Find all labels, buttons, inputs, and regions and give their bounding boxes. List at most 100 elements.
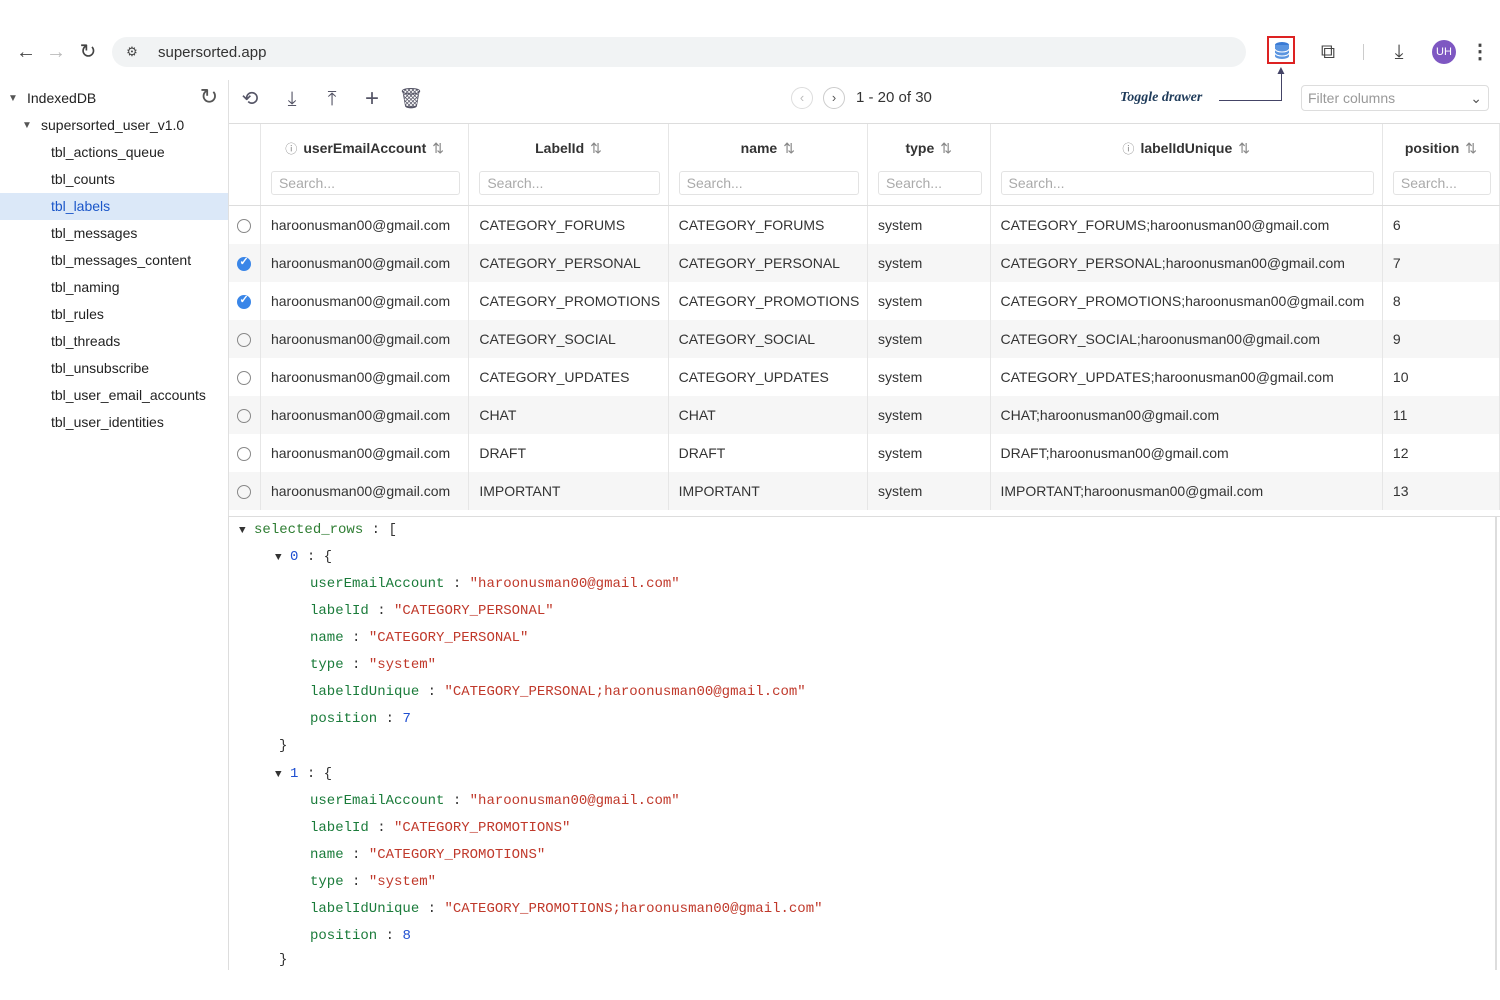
cell-name[interactable]: CHAT xyxy=(668,396,868,434)
column-header-labelid[interactable]: LabelId ⇅ Search... xyxy=(468,124,669,206)
column-search-input[interactable]: Search... xyxy=(678,171,859,195)
browser-menu-icon[interactable]: ⋮ xyxy=(1470,38,1490,66)
cell-labelid[interactable]: CATEGORY_PROMOTIONS xyxy=(468,282,669,320)
add-icon[interactable]: + xyxy=(359,86,385,112)
column-header-useremailaccount[interactable]: ⓘ userEmailAccount ⇅ Search... xyxy=(260,124,470,206)
collapse-caret-icon[interactable]: ▼ xyxy=(275,769,282,781)
download-icon[interactable]: ⤓ xyxy=(279,86,305,112)
row-checkbox[interactable] xyxy=(237,371,252,386)
filter-columns-select[interactable]: Filter columns ⌄ xyxy=(1301,85,1489,111)
cell-name[interactable]: DRAFT xyxy=(668,434,868,472)
row-checkbox[interactable] xyxy=(237,409,252,424)
cell-name[interactable]: CATEGORY_UPDATES xyxy=(668,358,868,396)
column-header-name[interactable]: name ⇅ Search... xyxy=(668,124,868,206)
cell-labelid[interactable]: CATEGORY_UPDATES xyxy=(468,358,669,396)
tree-table-naming[interactable]: tbl_naming xyxy=(0,274,228,301)
tree-node-database[interactable]: ▼ supersorted_user_v1.0 xyxy=(0,112,228,139)
sync-icon[interactable]: ⟲ xyxy=(237,86,263,112)
table-row[interactable]: haroonusman00@gmail.com DRAFT DRAFT system D… xyxy=(229,434,1500,472)
chevron-down-icon[interactable]: ▼ xyxy=(22,112,32,139)
tree-table-labels[interactable]: tbl_labels xyxy=(0,193,228,220)
cell-position[interactable]: 13 xyxy=(1382,472,1500,510)
cell-position[interactable]: 6 xyxy=(1382,205,1500,244)
cell-unique[interactable]: CATEGORY_UPDATES;haroonusman00@gmail.com xyxy=(990,358,1383,396)
cell-email[interactable]: haroonusman00@gmail.com xyxy=(260,282,470,320)
tree-table-messages-content[interactable]: tbl_messages_content xyxy=(0,247,228,274)
cell-unique[interactable]: DRAFT;haroonusman00@gmail.com xyxy=(990,434,1383,472)
cell-type[interactable]: system xyxy=(867,434,991,472)
tree-table-counts[interactable]: tbl_counts xyxy=(0,166,228,193)
downloads-icon[interactable]: ⤓ xyxy=(1386,39,1412,65)
cell-email[interactable]: haroonusman00@gmail.com xyxy=(260,472,470,510)
cell-labelid[interactable]: CATEGORY_PERSONAL xyxy=(468,244,669,282)
cell-unique[interactable]: CHAT;haroonusman00@gmail.com xyxy=(990,396,1383,434)
back-icon[interactable]: ← xyxy=(12,38,40,66)
cell-labelid[interactable]: IMPORTANT xyxy=(468,472,669,510)
cell-position[interactable]: 12 xyxy=(1382,434,1500,472)
collapse-caret-icon[interactable]: ▼ xyxy=(275,552,282,564)
chevron-down-icon[interactable]: ▼ xyxy=(8,85,18,112)
cell-email[interactable]: haroonusman00@gmail.com xyxy=(260,434,470,472)
row-checkbox[interactable] xyxy=(237,219,252,234)
sort-icon[interactable]: ⇅ xyxy=(432,140,444,156)
refresh-icon[interactable]: ↻ xyxy=(198,86,220,108)
cell-type[interactable]: system xyxy=(867,320,991,358)
collapse-caret-icon[interactable]: ▼ xyxy=(239,525,246,537)
cell-type[interactable]: system xyxy=(867,205,991,244)
next-page-button[interactable]: › xyxy=(823,87,845,109)
table-row[interactable]: haroonusman00@gmail.com CATEGORY_UPDATES C… xyxy=(229,358,1500,396)
tree-node-indexeddb[interactable]: ▼ IndexedDB xyxy=(0,85,228,112)
upload-icon[interactable]: ⤒ xyxy=(319,86,345,112)
column-header-position[interactable]: position ⇅ Search... xyxy=(1382,124,1500,206)
cell-position[interactable]: 10 xyxy=(1382,358,1500,396)
sort-icon[interactable]: ⇅ xyxy=(783,140,795,156)
json-item-line[interactable]: ▼ 1 : { xyxy=(275,763,332,785)
json-item-line[interactable]: ▼ 0 : { xyxy=(275,546,332,568)
column-header-labelidunique[interactable]: ⓘ labelIdUnique ⇅ Search... xyxy=(990,124,1383,206)
column-search-input[interactable]: Search... xyxy=(479,171,660,195)
sort-icon[interactable]: ⇅ xyxy=(590,140,602,156)
sort-icon[interactable]: ⇅ xyxy=(940,140,952,156)
cell-position[interactable]: 7 xyxy=(1382,244,1500,282)
cell-type[interactable]: system xyxy=(867,358,991,396)
cell-email[interactable]: haroonusman00@gmail.com xyxy=(260,358,470,396)
cell-labelid[interactable]: CATEGORY_FORUMS xyxy=(468,205,669,244)
column-search-input[interactable]: Search... xyxy=(270,171,461,195)
cell-name[interactable]: CATEGORY_PROMOTIONS xyxy=(668,282,868,320)
cell-labelid[interactable]: DRAFT xyxy=(468,434,669,472)
reload-icon[interactable]: ↻ xyxy=(74,38,102,66)
tree-table-unsubscribe[interactable]: tbl_unsubscribe xyxy=(0,355,228,382)
cell-name[interactable]: IMPORTANT xyxy=(668,472,868,510)
cell-name[interactable]: CATEGORY_FORUMS xyxy=(668,205,868,244)
row-checkbox[interactable] xyxy=(237,485,252,500)
cell-email[interactable]: haroonusman00@gmail.com xyxy=(260,320,470,358)
cell-email[interactable]: haroonusman00@gmail.com xyxy=(260,396,470,434)
cell-type[interactable]: system xyxy=(867,244,991,282)
cell-email[interactable]: haroonusman00@gmail.com xyxy=(260,244,470,282)
cell-email[interactable]: haroonusman00@gmail.com xyxy=(260,205,470,244)
tree-table-user-email-accounts[interactable]: tbl_user_email_accounts xyxy=(0,382,228,409)
table-row[interactable]: haroonusman00@gmail.com CHAT CHAT system CHA… xyxy=(229,396,1500,434)
row-checkbox[interactable] xyxy=(237,447,252,462)
site-settings-icon[interactable]: ⚙ xyxy=(122,42,142,62)
column-header-type[interactable]: type ⇅ Search... xyxy=(867,124,991,206)
table-row[interactable]: haroonusman00@gmail.comCATEGORY_PROMOTIO… xyxy=(229,282,1500,320)
tree-table-messages[interactable]: tbl_messages xyxy=(0,220,228,247)
row-checkbox[interactable] xyxy=(237,255,252,272)
table-row[interactable]: haroonusman00@gmail.com CATEGORY_FORUMS CA… xyxy=(229,205,1500,244)
sort-icon[interactable]: ⇅ xyxy=(1238,140,1250,156)
database-extension-icon[interactable] xyxy=(1267,36,1295,64)
column-search-input[interactable]: Search... xyxy=(877,171,982,195)
cell-position[interactable]: 8 xyxy=(1382,282,1500,320)
cell-position[interactable]: 11 xyxy=(1382,396,1500,434)
sort-icon[interactable]: ⇅ xyxy=(1465,140,1477,156)
trash-icon[interactable]: 🗑 xyxy=(398,86,424,112)
cell-unique[interactable]: CATEGORY_SOCIAL;haroonusman00@gmail.com xyxy=(990,320,1383,358)
cell-unique[interactable]: IMPORTANT;haroonusman00@gmail.com xyxy=(990,472,1383,510)
cell-type[interactable]: system xyxy=(867,282,991,320)
json-root-line[interactable]: ▼ selected_rows : [ xyxy=(239,519,397,541)
column-search-input[interactable]: Search... xyxy=(1392,171,1491,195)
table-row[interactable]: haroonusman00@gmail.com IMPORTANT IMPORTAN… xyxy=(229,472,1500,510)
prev-page-button[interactable]: ‹ xyxy=(791,87,813,109)
tree-table-threads[interactable]: tbl_threads xyxy=(0,328,228,355)
